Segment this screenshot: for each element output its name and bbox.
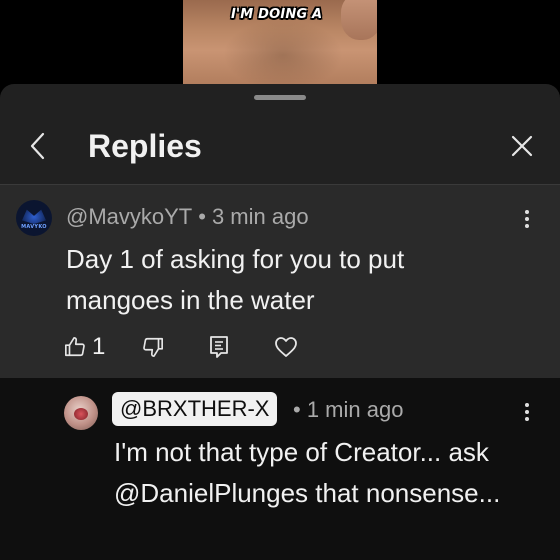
chevron-left-icon bbox=[30, 132, 45, 160]
thumbs-down-icon bbox=[143, 337, 163, 357]
more-vert-icon-dot bbox=[525, 224, 529, 228]
like-button[interactable]: 1 bbox=[64, 332, 105, 362]
meta-separator: • bbox=[293, 397, 301, 422]
reply-author-chip[interactable]: @BRXTHER-X bbox=[112, 392, 278, 426]
back-button[interactable] bbox=[20, 126, 56, 166]
meta-separator: • bbox=[198, 204, 206, 229]
replies-sheet: Replies MAVYKO @MavykoYT•3 min ago Day bbox=[0, 84, 560, 560]
more-vert-icon-dot bbox=[525, 410, 529, 414]
comment-meta: @MavykoYT • 3 min ago bbox=[66, 203, 309, 231]
avatar-logo-icon bbox=[22, 209, 46, 224]
heart-icon bbox=[275, 337, 297, 357]
sheet-drag-handle[interactable] bbox=[254, 95, 306, 100]
video-player[interactable]: I'M DOING A bbox=[183, 0, 377, 84]
comment-author[interactable]: @MavykoYT bbox=[66, 204, 192, 229]
reply-comment-icon bbox=[210, 336, 228, 358]
close-icon bbox=[511, 135, 533, 157]
video-frame-hand bbox=[341, 0, 377, 40]
sheet-header: Replies bbox=[0, 116, 560, 182]
reply-menu-button[interactable] bbox=[517, 398, 537, 426]
thumbs-up-icon bbox=[65, 337, 85, 357]
avatar[interactable]: MAVYKO bbox=[16, 200, 52, 236]
more-vert-icon bbox=[525, 210, 529, 214]
video-frame-shading bbox=[223, 20, 343, 84]
app-screen: I'M DOING A Replies MAVYKO @MavykoYT • 3… bbox=[0, 0, 560, 560]
reply-timestamp: 1 min ago bbox=[306, 397, 404, 422]
close-button[interactable] bbox=[504, 126, 540, 166]
avatar[interactable] bbox=[64, 396, 98, 430]
avatar-image bbox=[74, 408, 88, 420]
reply-button[interactable] bbox=[208, 332, 230, 362]
more-vert-icon-dot bbox=[525, 417, 529, 421]
reply-text: I'm not that type of Creator... ask @Dan… bbox=[114, 437, 501, 508]
reply-comment: @BRXTHER-X • 1 min ago I'm not that type… bbox=[0, 378, 560, 560]
parent-comment: MAVYKO @MavykoYT • 3 min ago Day 1 of aski… bbox=[0, 185, 560, 378]
comment-text: Day 1 of asking for you to put mangoes i… bbox=[66, 244, 405, 315]
reply-meta: • 1 min ago bbox=[293, 396, 403, 424]
dislike-button[interactable] bbox=[142, 332, 164, 362]
comment-timestamp: 3 min ago bbox=[211, 204, 309, 229]
heart-button[interactable] bbox=[274, 332, 298, 362]
more-vert-icon-dot bbox=[525, 217, 529, 221]
more-vert-icon bbox=[525, 403, 529, 407]
comment-menu-button[interactable] bbox=[517, 205, 537, 233]
avatar-logo-text: MAVYKO bbox=[21, 224, 47, 230]
video-caption: I'M DOING A bbox=[231, 7, 323, 22]
like-count: 1 bbox=[92, 333, 106, 360]
page-title: Replies bbox=[88, 128, 202, 164]
